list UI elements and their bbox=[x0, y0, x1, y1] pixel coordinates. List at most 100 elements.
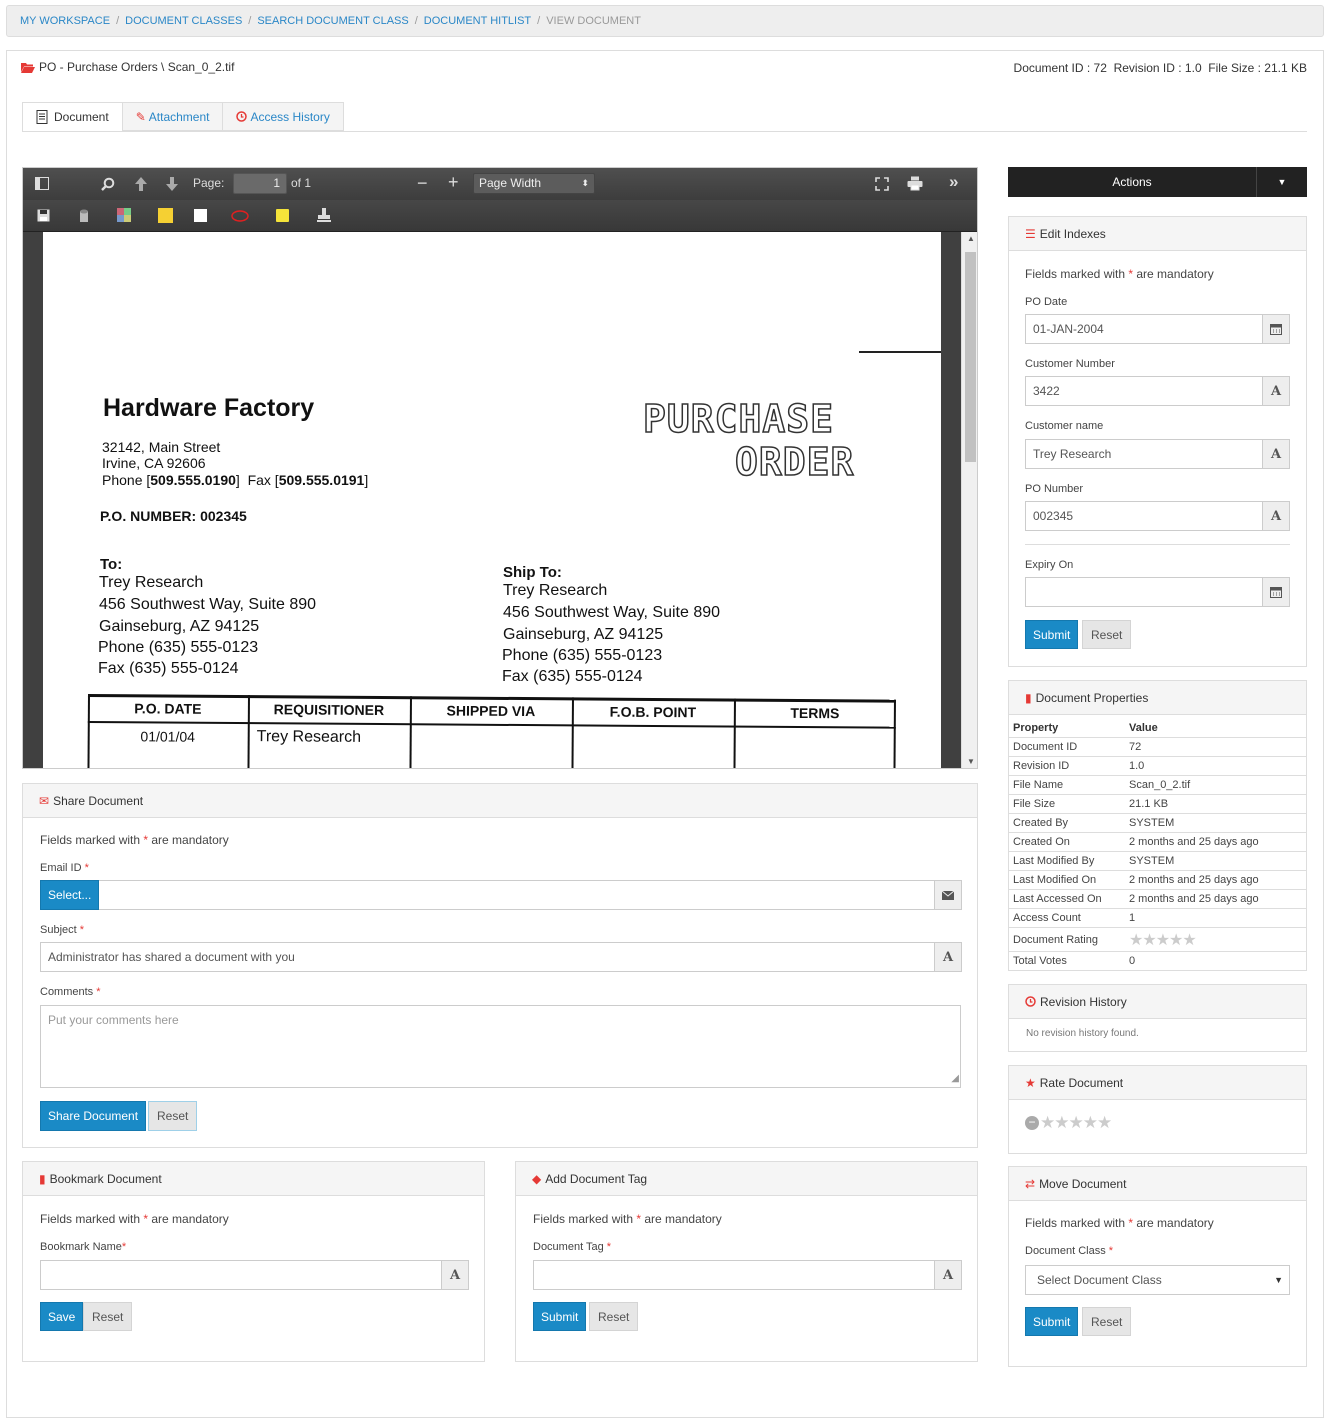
bookmark-name-label: Bookmark Name* bbox=[40, 1241, 126, 1253]
tag-submit-button[interactable]: Submit bbox=[533, 1302, 587, 1331]
rectangle-icon[interactable] bbox=[194, 209, 207, 224]
eraser-icon[interactable] bbox=[78, 209, 90, 225]
print-icon[interactable] bbox=[907, 176, 923, 193]
expiry-on-input[interactable] bbox=[1025, 577, 1263, 607]
folder-open-icon bbox=[21, 62, 35, 73]
breadcrumb-current: VIEW DOCUMENT bbox=[546, 15, 641, 27]
subject-label-text: Subject bbox=[40, 924, 80, 936]
comments-textarea[interactable]: Put your comments here ◢ bbox=[40, 1005, 961, 1088]
double-chevron-right-icon[interactable]: » bbox=[949, 173, 958, 190]
comments-placeholder: Put your comments here bbox=[48, 1013, 179, 1027]
exchange-icon: ⇄ bbox=[1025, 1176, 1036, 1191]
fullscreen-icon[interactable] bbox=[875, 177, 889, 193]
document-properties-title: Document Properties bbox=[1035, 690, 1149, 705]
page-number-input[interactable]: 1 bbox=[233, 173, 287, 194]
column-header-value: Value bbox=[1129, 721, 1158, 734]
search-icon[interactable] bbox=[101, 177, 115, 193]
calendar-icon[interactable] bbox=[1262, 577, 1290, 607]
tab-document[interactable]: Document bbox=[22, 102, 123, 132]
table-row: Created On 2 months and 25 days ago bbox=[1009, 832, 1306, 851]
viewer-scrollbar-thumb[interactable] bbox=[965, 252, 976, 462]
mandatory-text: are mandatory bbox=[148, 1212, 229, 1226]
sticky-note-icon[interactable] bbox=[276, 209, 289, 224]
text-type-icon: A bbox=[1262, 501, 1290, 531]
properties-table: Property Value Document ID 72 Revision ID 1… bbox=[1009, 718, 1306, 970]
table-row: Access Count 1 bbox=[1009, 908, 1306, 927]
share-document-button[interactable]: Share Document bbox=[40, 1101, 147, 1131]
scan-col-header: REQUISITIONER bbox=[273, 701, 385, 719]
bookmark-document-header: ▮ Bookmark Document bbox=[23, 1162, 484, 1196]
ellipse-icon[interactable] bbox=[231, 210, 249, 224]
document-tag-label: Document Tag * bbox=[533, 1241, 611, 1253]
page-label: Page: bbox=[193, 176, 225, 190]
scan-heading-purchase: PURCHASE bbox=[642, 396, 835, 442]
po-date-input[interactable]: 01-JAN-2004 bbox=[1025, 314, 1263, 344]
actions-dropdown[interactable]: Actions ▼ bbox=[1008, 167, 1307, 197]
required-asterisk: * bbox=[1108, 1245, 1114, 1257]
edit-indexes-submit-button[interactable]: Submit bbox=[1025, 620, 1079, 649]
rating-star-icon[interactable]: ★★★★★ bbox=[1040, 1113, 1112, 1133]
document-class-select[interactable]: Select Document Class ▼ bbox=[1025, 1265, 1290, 1295]
bookmark-name-input[interactable] bbox=[40, 1260, 442, 1290]
zoom-out-icon[interactable]: − bbox=[417, 174, 428, 192]
document-class-label: Document Class * bbox=[1025, 1245, 1113, 1257]
arrow-up-icon[interactable] bbox=[134, 176, 148, 194]
required-asterisk: * bbox=[121, 1241, 127, 1253]
bookmark-reset-button[interactable]: Reset bbox=[83, 1302, 133, 1331]
sidebar-toggle-icon[interactable] bbox=[35, 177, 49, 192]
customer-name-input[interactable]: Trey Research bbox=[1025, 439, 1263, 469]
tag-icon: ◆ bbox=[532, 1171, 542, 1186]
tab-access-history[interactable]: Access History bbox=[222, 102, 344, 131]
color-palette-icon[interactable] bbox=[117, 208, 131, 224]
stamp-icon[interactable] bbox=[317, 208, 331, 225]
property-value: 2 months and 25 days ago bbox=[1129, 836, 1259, 848]
select-email-button[interactable]: Select... bbox=[40, 880, 100, 910]
document-properties-header: ▮ Document Properties bbox=[1009, 681, 1306, 715]
required-asterisk: * bbox=[606, 1241, 612, 1253]
scroll-down-icon[interactable]: ▼ bbox=[967, 757, 975, 766]
customer-number-input[interactable]: 3422 bbox=[1025, 376, 1263, 406]
edit-indexes-reset-button[interactable]: Reset bbox=[1082, 620, 1132, 649]
po-number-input[interactable]: 002345 bbox=[1025, 501, 1263, 531]
property-value: 0 bbox=[1129, 955, 1136, 967]
calendar-icon[interactable] bbox=[1262, 314, 1290, 344]
revision-history-header: Revision History bbox=[1009, 985, 1306, 1019]
bookmark-icon: ▮ bbox=[39, 1171, 46, 1186]
resize-handle-icon[interactable]: ◢ bbox=[951, 1071, 959, 1087]
email-id-input[interactable] bbox=[40, 880, 935, 910]
scan-to-line: Fax (635) 555-0124 bbox=[98, 660, 239, 677]
tag-reset-button[interactable]: Reset bbox=[589, 1302, 639, 1331]
cancel-rating-icon[interactable]: − bbox=[1025, 1116, 1039, 1130]
rate-stars[interactable]: − ★★★★★ bbox=[1009, 1100, 1306, 1133]
text-type-icon: A bbox=[934, 942, 962, 972]
property-value: 21.1 KB bbox=[1129, 798, 1169, 810]
mandatory-text: Fields marked with bbox=[1025, 1216, 1129, 1230]
scroll-up-icon[interactable]: ▲ bbox=[967, 234, 975, 243]
breadcrumb-document-hitlist[interactable]: DOCUMENT HITLIST bbox=[424, 15, 531, 27]
document-viewer[interactable]: Page: 1 of 1 − + Page Width ⬍ » Hardware … bbox=[22, 167, 978, 769]
scan-table-header-line bbox=[87, 720, 896, 729]
add-tag-header: ◆ Add Document Tag bbox=[516, 1162, 977, 1196]
share-reset-button[interactable]: Reset bbox=[148, 1101, 198, 1131]
move-reset-button[interactable]: Reset bbox=[1082, 1307, 1132, 1336]
arrow-down-icon[interactable] bbox=[165, 176, 179, 194]
required-asterisk: * bbox=[79, 924, 85, 936]
document-tag-input[interactable] bbox=[533, 1260, 935, 1290]
property-key: Document Rating bbox=[1013, 933, 1098, 946]
text-type-icon: A bbox=[1262, 439, 1290, 469]
scan-phone: 509.555.0190 bbox=[150, 472, 236, 488]
tab-attachment[interactable]: ✎ Attachment bbox=[121, 102, 224, 131]
highlight-icon[interactable] bbox=[158, 208, 173, 225]
subject-input[interactable]: Administrator has shared a document with… bbox=[40, 942, 935, 972]
scan-fax-prefix: ] Fax [ bbox=[235, 472, 279, 488]
scan-po-number: P.O. NUMBER: 002345 bbox=[100, 508, 247, 524]
save-icon[interactable] bbox=[37, 209, 50, 224]
breadcrumb-search-document-class[interactable]: SEARCH DOCUMENT CLASS bbox=[257, 15, 408, 27]
breadcrumb-my-workspace[interactable]: MY WORKSPACE bbox=[20, 15, 110, 27]
zoom-in-icon[interactable]: + bbox=[448, 173, 459, 191]
breadcrumb-document-classes[interactable]: DOCUMENT CLASSES bbox=[125, 15, 242, 27]
move-submit-button[interactable]: Submit bbox=[1025, 1307, 1079, 1336]
zoom-select[interactable]: Page Width ⬍ bbox=[473, 173, 595, 194]
scan-col-header: SHIPPED VIA bbox=[446, 702, 536, 720]
bookmark-save-button[interactable]: Save bbox=[40, 1302, 84, 1331]
